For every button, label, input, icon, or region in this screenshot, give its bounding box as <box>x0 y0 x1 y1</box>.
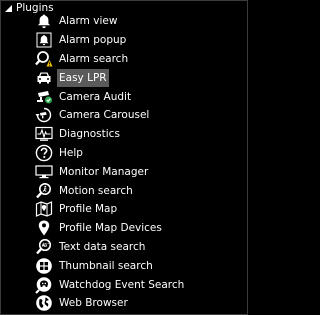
tree-item-web-browser[interactable]: Web Browser <box>34 294 184 313</box>
tree-item-label: Thumbnail search <box>59 259 153 272</box>
tree-item-profile-map[interactable]: Profile Map <box>34 200 184 219</box>
plugins-list: Alarm view Alarm popup Alarm search Easy… <box>34 12 184 313</box>
tree-item-camera-carousel[interactable]: Camera Carousel <box>34 106 184 125</box>
globe-icon <box>34 294 54 312</box>
tree-item-motion-search[interactable]: Motion search <box>34 181 184 200</box>
tree-item-alarm-search[interactable]: Alarm search <box>34 50 184 69</box>
tree-item-camera-audit[interactable]: Camera Audit <box>34 87 184 106</box>
tree-item-label: Web Browser <box>59 297 128 310</box>
tree-item-alarm-popup[interactable]: Alarm popup <box>34 31 184 50</box>
text-search-icon <box>34 238 54 256</box>
tree-item-label: Text data search <box>59 240 146 253</box>
tree-item-label: Help <box>59 146 83 159</box>
tree-item-label: Profile Map <box>59 203 118 216</box>
tree-item-label: Profile Map Devices <box>59 222 162 235</box>
alarm-bell-icon <box>34 12 54 30</box>
tree-item-label: Camera Audit <box>59 90 132 103</box>
tree-item-label: Diagnostics <box>59 128 120 141</box>
tree-item-diagnostics[interactable]: Diagnostics <box>34 125 184 144</box>
tree-item-text-data-search[interactable]: Text data search <box>34 238 184 257</box>
tree-item-label: Monitor Manager <box>59 165 149 178</box>
tree-item-label: Alarm popup <box>59 34 127 47</box>
help-icon <box>34 144 54 162</box>
tree-item-thumbnail-search[interactable]: Thumbnail search <box>34 256 184 275</box>
tree-item-label: Camera Carousel <box>59 109 150 122</box>
alarm-search-icon <box>34 50 54 68</box>
plugins-tree-panel: Plugins Alarm view Alarm popup Alarm sea… <box>0 0 248 315</box>
monitor-icon <box>34 163 54 181</box>
tree-item-label: Motion search <box>59 184 133 197</box>
tree-item-monitor-manager[interactable]: Monitor Manager <box>34 162 184 181</box>
collapse-triangle-icon[interactable] <box>2 1 14 15</box>
tree-item-watchdog-event-search[interactable]: Watchdog Event Search <box>34 275 184 294</box>
camera-carousel-icon <box>34 106 54 124</box>
car-icon <box>34 69 54 87</box>
map-devices-icon <box>34 219 54 237</box>
motion-search-icon <box>34 182 54 200</box>
tree-item-label: Alarm view <box>59 15 118 28</box>
tree-item-alarm-view[interactable]: Alarm view <box>34 12 184 31</box>
tree-item-label: Alarm search <box>59 52 129 65</box>
camera-audit-icon <box>34 88 54 106</box>
tree-item-help[interactable]: Help <box>34 144 184 163</box>
tree-item-easy-lpr[interactable]: Easy LPR <box>34 68 184 87</box>
tree-item-profile-map-devices[interactable]: Profile Map Devices <box>34 219 184 238</box>
tree-item-label: Easy LPR <box>57 68 109 87</box>
thumbnail-search-icon <box>34 257 54 275</box>
tree-item-label: Watchdog Event Search <box>59 278 185 291</box>
alarm-bell-popup-icon <box>34 31 54 49</box>
map-icon <box>34 200 54 218</box>
diagnostics-icon <box>34 125 54 143</box>
watchdog-search-icon <box>34 276 54 294</box>
